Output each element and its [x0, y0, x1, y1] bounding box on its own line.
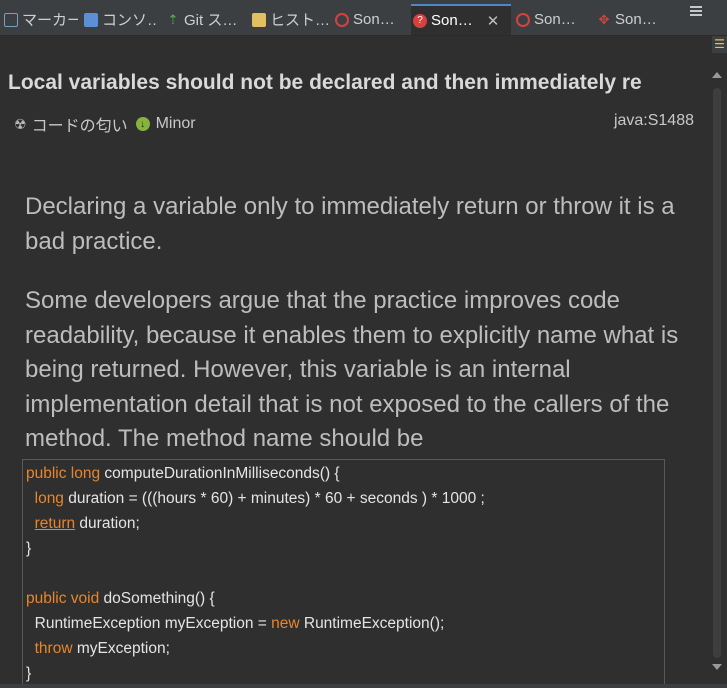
code-keyword: long	[34, 490, 64, 507]
code-text: computeDurationInMilliseconds() {	[100, 465, 340, 482]
vertical-scrollbar[interactable]	[707, 53, 727, 688]
scroll-down-arrow-icon[interactable]	[712, 664, 722, 670]
description-paragraph: Some developers argue that the practice …	[25, 287, 679, 452]
code-text: myException;	[72, 640, 170, 657]
code-line: public long computeDurationInMillisecond…	[26, 461, 664, 486]
code-line: }	[26, 665, 32, 682]
tab-label: Son…	[615, 11, 657, 28]
sonarlint-issues-icon	[335, 12, 349, 27]
tab-history[interactable]: ヒスト…	[250, 4, 328, 35]
minor-severity-icon: ↓	[135, 117, 150, 131]
tab-label: マーカー	[22, 12, 78, 29]
code-keyword: return	[34, 515, 76, 532]
toolbar-icon[interactable]: ☰	[712, 36, 727, 53]
tab-label: Git ス…	[184, 12, 238, 29]
sonarlint-hotspots-icon: ✥	[598, 12, 610, 27]
code-smell-icon: ☢	[14, 115, 27, 132]
tab-label: Son…	[353, 11, 395, 28]
code-line: long duration = (((hours * 60) + minutes…	[26, 486, 664, 511]
code-text: duration = (((hours * 60) + minutes) * 6…	[63, 490, 485, 507]
tab-markers[interactable]: マーカー	[2, 4, 78, 35]
scroll-thumb[interactable]	[713, 88, 721, 658]
rule-type: コードの匂い	[31, 118, 128, 135]
tab-git-staging[interactable]: ⇡ Git ス…	[164, 4, 244, 35]
rule-meta: ☢ コードの匂い ↓ Minor	[14, 112, 196, 136]
rule-title: Local variables should not be declared a…	[8, 71, 642, 94]
code-line: }	[26, 540, 32, 557]
scroll-up-arrow-icon[interactable]	[712, 72, 722, 78]
tab-label: Son…	[534, 11, 576, 28]
description-paragraph: Declaring a variable only to immediately…	[25, 193, 675, 255]
code-text: RuntimeException myException =	[34, 615, 272, 632]
code-keyword: new	[271, 615, 300, 632]
code-line: RuntimeException myException = new Runti…	[26, 611, 664, 636]
code-line: throw myException;	[26, 636, 664, 661]
console-icon	[84, 12, 98, 27]
code-text: duration;	[75, 515, 140, 532]
code-keyword: throw	[34, 640, 73, 657]
tab-sonarlint-taint[interactable]: Son…	[514, 4, 594, 35]
sonarlint-rule-description-icon: ?	[413, 13, 427, 28]
rule-description-panel: Local variables should not be declared a…	[0, 37, 707, 688]
tab-label: ヒスト…	[270, 12, 328, 29]
sonarlint-taint-icon	[516, 12, 530, 27]
code-line: public void doSomething() {	[26, 586, 664, 611]
rule-severity: Minor	[155, 115, 196, 132]
code-text: RuntimeException();	[299, 615, 445, 632]
code-keyword: public void	[26, 590, 100, 607]
code-line: return duration;	[26, 511, 664, 536]
markers-icon	[4, 12, 18, 27]
tab-sonarlint-hotspots[interactable]: ✥ Son…	[595, 4, 675, 35]
minimize-icon[interactable]	[690, 6, 702, 16]
tab-sonarlint-issues[interactable]: Son…	[333, 4, 406, 35]
tab-label: Son…	[431, 12, 473, 29]
history-icon	[252, 12, 266, 27]
code-example: public long computeDurationInMillisecond…	[22, 459, 665, 688]
view-tab-bar: マーカー コンソ… ⇡ Git ス… ヒスト… Son… ? Son… ✕ So…	[0, 0, 727, 36]
tab-label: コンソ…	[102, 12, 158, 29]
bottom-border	[0, 684, 727, 688]
git-staging-icon: ⇡	[167, 12, 179, 27]
code-text: doSomething() {	[99, 590, 215, 607]
rule-key: java:S1488	[613, 112, 694, 129]
tab-sonarlint-rule-description[interactable]: ? Son… ✕	[411, 4, 511, 35]
code-keyword: public long	[26, 465, 101, 482]
tab-console[interactable]: コンソ…	[82, 4, 158, 35]
close-icon[interactable]: ✕	[487, 12, 500, 30]
